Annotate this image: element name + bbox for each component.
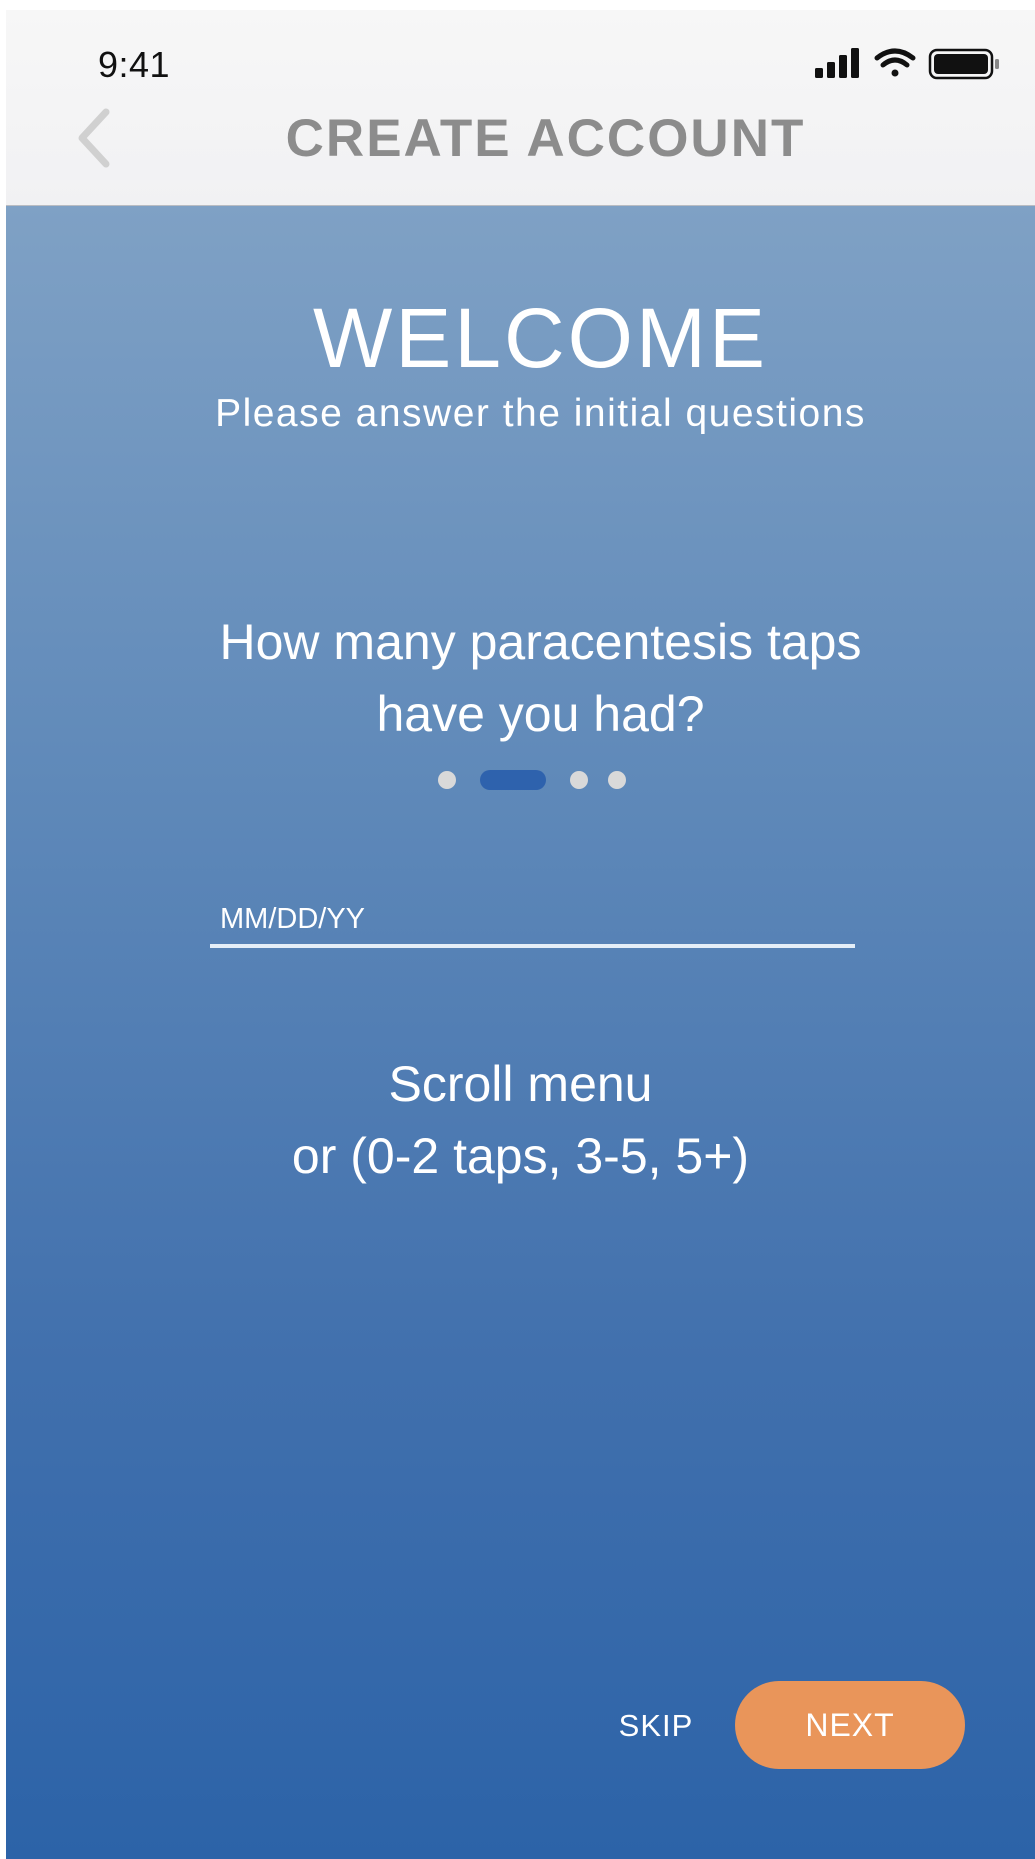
hint-line-1: Scroll menu [388,1056,653,1112]
page-indicator [438,770,638,790]
skip-button[interactable]: SKIP [606,1706,706,1746]
onboarding-content: WELCOME Please answer the initial questi… [6,206,1035,1859]
cellular-signal-icon [815,48,859,78]
page-dot [608,771,626,789]
status-icons [815,48,999,80]
page-dot [438,771,456,789]
date-input[interactable] [210,900,855,948]
question-line-2: have you had? [376,686,705,742]
page-title: CREATE ACCOUNT [285,109,806,168]
answer-hint: Scroll menu or (0-2 taps, 3-5, 5+) [6,1048,1035,1192]
next-button[interactable]: NEXT [735,1681,965,1769]
battery-icon [928,48,999,80]
phone-screen: 9:41 CREATE ACCOUNT WELCOME Please answe… [6,10,1035,1859]
page-dot [570,771,588,789]
wifi-icon [874,48,916,77]
status-time: 9:41 [98,44,171,85]
welcome-title: WELCOME [312,291,769,385]
question-text: How many paracentesis taps have you had? [6,606,1035,750]
question-line-1: How many paracentesis taps [219,614,862,670]
page-dot-active [480,770,546,790]
hint-line-2: or (0-2 taps, 3-5, 5+) [291,1128,750,1184]
navigation-header: 9:41 CREATE ACCOUNT [6,10,1035,206]
welcome-subtitle: Please answer the initial questions [215,392,866,435]
